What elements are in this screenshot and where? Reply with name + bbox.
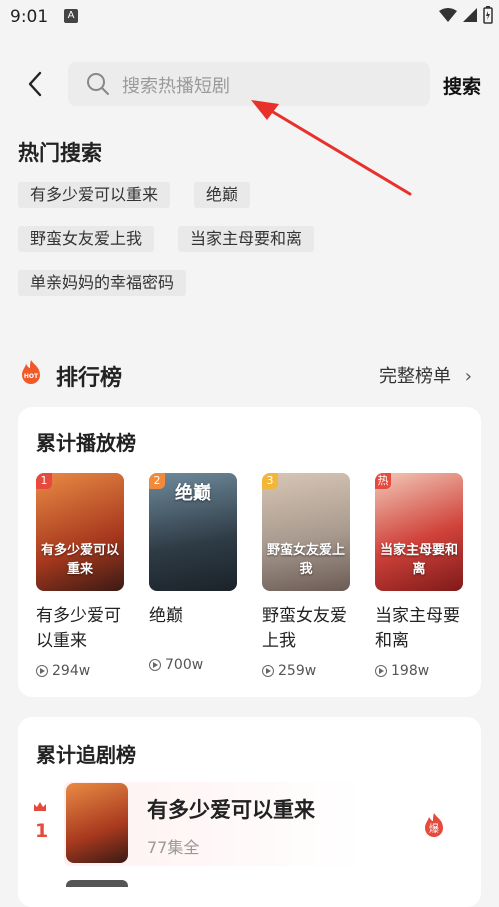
hot-tag[interactable]: 单亲妈妈的幸福密码	[18, 270, 187, 296]
play-count-icon	[149, 659, 161, 671]
notification-icon: A	[64, 9, 78, 23]
hot-tag[interactable]: 当家主母要和离	[178, 226, 315, 252]
status-time: 9:01	[10, 7, 49, 27]
play-count-icon	[375, 665, 387, 677]
rank-badge: 3	[262, 473, 278, 489]
follow-board-title: 累计追剧榜	[36, 743, 136, 767]
poster[interactable]: 3 野蛮女友爱上我	[262, 473, 350, 591]
poster-title: 野蛮女友爱上我	[266, 543, 345, 577]
poster[interactable]: 1 有多少爱可以重来	[36, 473, 124, 591]
search-button[interactable]: 搜索	[443, 72, 481, 99]
play-count: 294w	[36, 663, 90, 679]
poster-title: 当家主母要和离	[379, 543, 458, 577]
drama-name[interactable]: 野蛮女友爱上我	[262, 604, 358, 654]
play-count-icon	[262, 665, 274, 677]
signal-icon	[463, 8, 477, 22]
follow-thumbnail[interactable]	[66, 783, 128, 863]
poster[interactable]: 热 当家主母要和离	[375, 473, 463, 591]
rank-badge: 热	[375, 473, 391, 489]
play-count-value: 294w	[52, 663, 91, 679]
explosive-fire-icon: 爆	[425, 813, 443, 837]
play-count-value: 198w	[391, 663, 430, 679]
battery-icon	[483, 6, 493, 24]
follow-rank: 1	[35, 820, 49, 842]
follow-episodes: 77集全	[147, 838, 200, 857]
full-list-link[interactable]: 完整榜单 ›	[379, 362, 472, 388]
poster-title: 有多少爱可以重来	[40, 543, 119, 577]
drama-name[interactable]: 有多少爱可以重来	[36, 604, 132, 654]
poster-title: 绝巅	[175, 483, 211, 504]
hot-icon-text: HOT	[24, 373, 39, 380]
hot-tag[interactable]: 有多少爱可以重来	[18, 182, 171, 208]
search-icon	[87, 73, 109, 95]
play-count-value: 700w	[165, 657, 204, 673]
fire-label: 爆	[429, 823, 439, 835]
chevron-right-icon: ›	[464, 366, 472, 387]
full-list-label[interactable]: 完整榜单	[379, 366, 451, 387]
crown-icon	[34, 802, 46, 811]
rank-badge: 1	[36, 473, 52, 489]
ranking-title: 排行榜	[56, 366, 123, 391]
wifi-icon	[439, 8, 457, 22]
play-board-title: 累计播放榜	[36, 431, 136, 455]
play-count-icon	[36, 665, 48, 677]
hot-tag[interactable]: 野蛮女友爱上我	[18, 226, 155, 252]
play-count-value: 259w	[278, 663, 317, 679]
status-icons	[439, 6, 493, 24]
drama-name[interactable]: 绝巅	[149, 604, 245, 629]
next-thumbnail[interactable]	[66, 880, 128, 887]
drama-name[interactable]: 当家主母要和离	[375, 604, 471, 654]
play-count: 259w	[262, 663, 316, 679]
hot-tag[interactable]: 绝巅	[194, 182, 251, 208]
hot-search-title: 热门搜索	[18, 141, 102, 165]
search-placeholder[interactable]: 搜索热播短剧	[122, 72, 230, 98]
hot-fire-icon: HOT	[22, 360, 40, 384]
play-count: 198w	[375, 663, 429, 679]
annotation-arrow-icon	[251, 100, 412, 196]
play-board-card: 累计播放榜 1 有多少爱可以重来 2 绝巅 3 野蛮女友爱上我 热 当家主母要和…	[18, 407, 481, 697]
follow-drama-name[interactable]: 有多少爱可以重来	[147, 794, 315, 824]
play-count: 700w	[149, 657, 203, 673]
back-arrow-icon[interactable]	[24, 70, 48, 98]
poster[interactable]: 2 绝巅	[149, 473, 237, 591]
